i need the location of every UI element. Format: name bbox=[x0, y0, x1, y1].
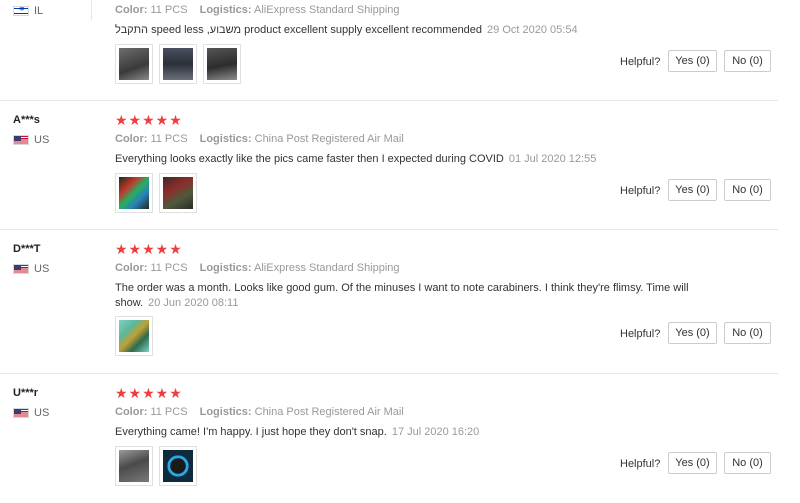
helpful-no-button[interactable]: No (0) bbox=[724, 50, 771, 72]
review-meta: Color: 11 PCS Logistics: AliExpress Stan… bbox=[115, 4, 409, 16]
reviews-list: IL Color: 11 PCS Logistics: AliExpress S… bbox=[0, 0, 800, 503]
helpful-no-button[interactable]: No (0) bbox=[724, 452, 771, 474]
review-text: Everything looks exactly like the pics c… bbox=[115, 153, 504, 165]
review-separator bbox=[0, 229, 778, 230]
review-photos bbox=[115, 446, 203, 486]
logistics-label: Logistics: bbox=[199, 406, 252, 418]
review-meta: Color: 11 PCS Logistics: China Post Regi… bbox=[115, 406, 413, 418]
photo-image bbox=[163, 177, 193, 209]
review-text-block: The order was a month. Looks like good g… bbox=[115, 281, 705, 311]
photo-image bbox=[119, 320, 149, 352]
review-photos bbox=[115, 44, 247, 84]
country-code: US bbox=[34, 134, 50, 146]
review-photo[interactable] bbox=[159, 44, 197, 84]
helpful-yes-button[interactable]: Yes (0) bbox=[668, 322, 717, 344]
reviewer-name: U***r bbox=[13, 387, 39, 399]
photo-image bbox=[119, 177, 149, 209]
color-label: Color: bbox=[115, 133, 148, 145]
helpful-label: Helpful? bbox=[620, 185, 661, 197]
color-value: 11 PCS bbox=[150, 133, 188, 145]
review-photo[interactable] bbox=[159, 446, 197, 486]
logistics-value: AliExpress Standard Shipping bbox=[254, 4, 400, 16]
reviewer-country: IL bbox=[13, 5, 43, 17]
review-meta: Color: 11 PCS Logistics: AliExpress Stan… bbox=[115, 262, 409, 274]
review-text-block: Everything came! I'm happy. I just hope … bbox=[115, 425, 705, 440]
review-separator bbox=[0, 100, 778, 101]
color-value: 11 PCS bbox=[150, 406, 188, 418]
country-code: IL bbox=[34, 5, 44, 17]
us-flag-icon bbox=[13, 135, 29, 145]
color-label: Color: bbox=[115, 406, 148, 418]
review-photo[interactable] bbox=[115, 173, 153, 213]
helpful-yes-button[interactable]: Yes (0) bbox=[668, 452, 717, 474]
review-photos bbox=[115, 316, 159, 356]
review-text: Everything came! I'm happy. I just hope … bbox=[115, 426, 387, 438]
star-rating: ★★★★★ bbox=[115, 241, 183, 257]
helpful-yes-button[interactable]: Yes (0) bbox=[668, 179, 717, 201]
review-date: 20 Jun 2020 08:11 bbox=[148, 297, 239, 309]
color-value: 11 PCS bbox=[150, 262, 188, 274]
logistics-value: AliExpress Standard Shipping bbox=[254, 262, 400, 274]
israel-flag-icon bbox=[13, 6, 29, 16]
country-code: US bbox=[34, 263, 50, 275]
color-value: 11 PCS bbox=[150, 4, 188, 16]
review-text-block: התקבל speed less ,משבוע product excellen… bbox=[115, 23, 705, 38]
review-separator bbox=[0, 373, 778, 374]
review-photo[interactable] bbox=[115, 44, 153, 84]
photo-image bbox=[119, 48, 149, 80]
photo-image bbox=[119, 450, 149, 482]
review-photo[interactable] bbox=[115, 446, 153, 486]
review-photo[interactable] bbox=[115, 316, 153, 356]
reviewer-name: A***s bbox=[13, 114, 40, 126]
helpful-no-button[interactable]: No (0) bbox=[724, 322, 771, 344]
review-text: התקבל speed less ,משבוע product excellen… bbox=[115, 24, 483, 36]
helpful-label: Helpful? bbox=[620, 328, 661, 340]
logistics-label: Logistics: bbox=[199, 262, 252, 274]
review-meta: Color: 11 PCS Logistics: China Post Regi… bbox=[115, 133, 413, 145]
photo-image bbox=[163, 450, 193, 482]
country-code: US bbox=[34, 407, 50, 419]
review-date: 29 Oct 2020 05:54 bbox=[487, 24, 578, 36]
reviewer-country: US bbox=[13, 263, 49, 275]
helpful-no-button[interactable]: No (0) bbox=[724, 179, 771, 201]
review-photos bbox=[115, 173, 203, 213]
review-photo[interactable] bbox=[203, 44, 241, 84]
review-date: 01 Jul 2020 12:55 bbox=[508, 153, 597, 165]
logistics-value: China Post Registered Air Mail bbox=[254, 133, 404, 145]
helpful-yes-button[interactable]: Yes (0) bbox=[668, 50, 717, 72]
reviewer-country: US bbox=[13, 134, 49, 146]
review-photo[interactable] bbox=[159, 173, 197, 213]
top-divider bbox=[91, 0, 92, 20]
us-flag-icon bbox=[13, 264, 29, 274]
reviewer-name: D***T bbox=[13, 243, 41, 255]
us-flag-icon bbox=[13, 408, 29, 418]
logistics-label: Logistics: bbox=[199, 4, 252, 16]
color-label: Color: bbox=[115, 262, 148, 274]
review-text-block: Everything looks exactly like the pics c… bbox=[115, 152, 705, 167]
helpful-label: Helpful? bbox=[620, 458, 661, 470]
reviewer-country: US bbox=[13, 407, 49, 419]
star-rating: ★★★★★ bbox=[115, 112, 183, 128]
review-date: 17 Jul 2020 16:20 bbox=[391, 426, 480, 438]
helpful-label: Helpful? bbox=[620, 56, 661, 68]
logistics-label: Logistics: bbox=[199, 133, 252, 145]
photo-image bbox=[163, 48, 193, 80]
color-label: Color: bbox=[115, 4, 148, 16]
star-rating: ★★★★★ bbox=[115, 385, 183, 401]
logistics-value: China Post Registered Air Mail bbox=[254, 406, 404, 418]
photo-image bbox=[207, 48, 237, 80]
